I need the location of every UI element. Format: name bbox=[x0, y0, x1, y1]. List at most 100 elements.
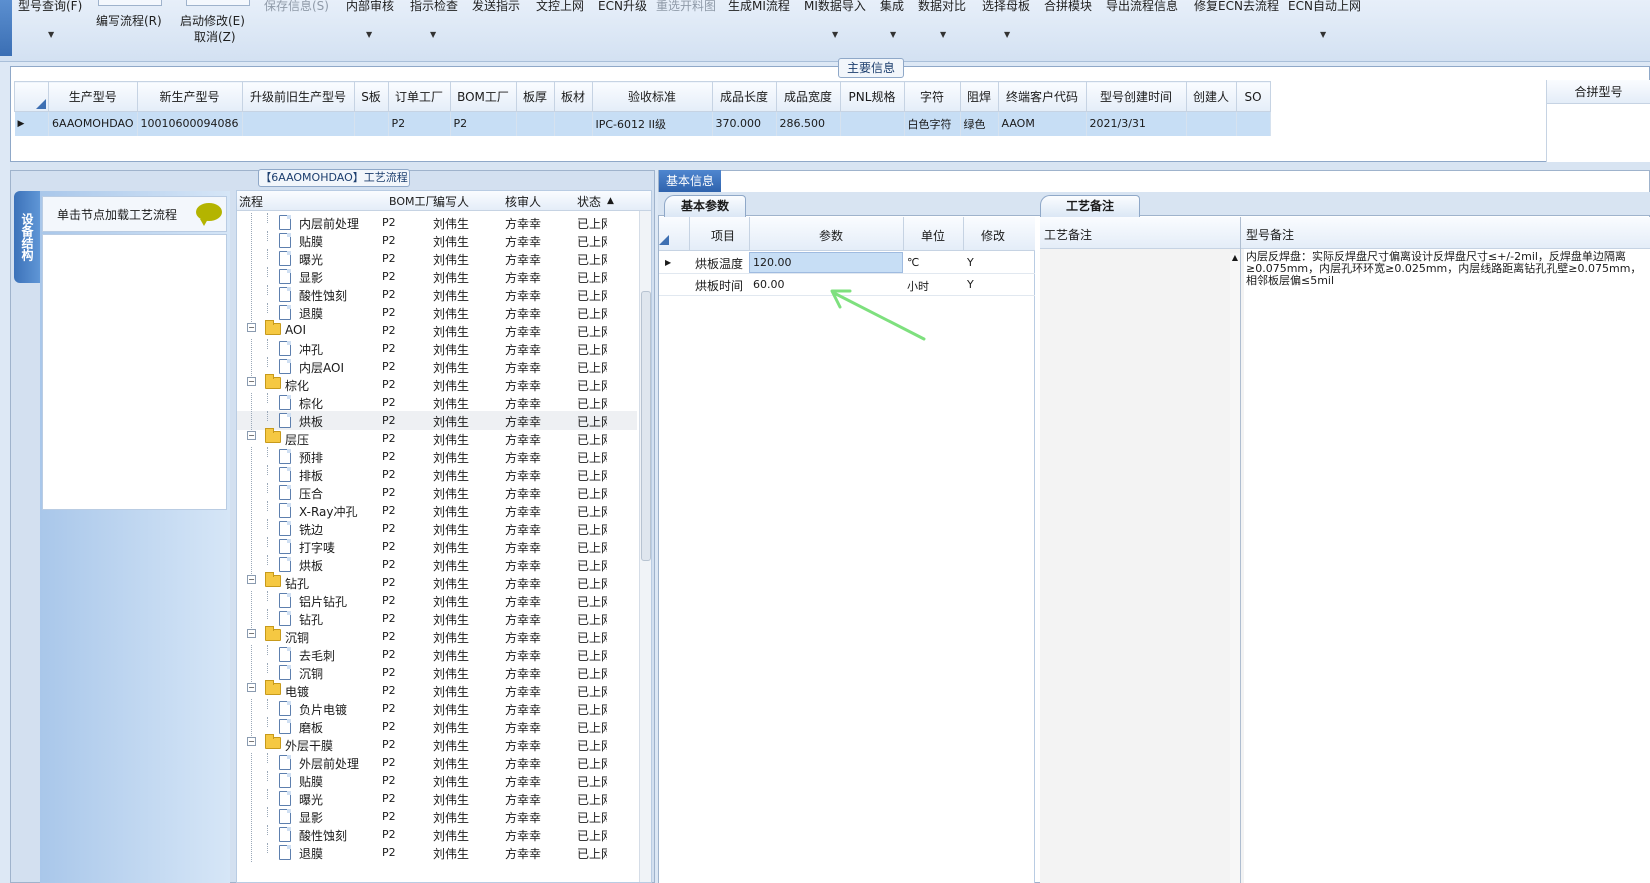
select-master-board-button[interactable]: 选择母板 bbox=[982, 0, 1030, 14]
scroll-up-icon[interactable]: ▲ bbox=[607, 196, 614, 206]
tree-step-row[interactable]: 冲孔 P2 刘伟生 方幸幸 已上网 bbox=[237, 339, 637, 358]
chevron-down-icon[interactable]: ▼ bbox=[1004, 30, 1010, 39]
equipment-structure-tab[interactable]: 设备结构 bbox=[14, 191, 40, 283]
tree-scrollbar-thumb[interactable] bbox=[641, 291, 651, 561]
tree-step-row[interactable]: 烘板 P2 刘伟生 方幸幸 已上网 bbox=[237, 411, 637, 430]
tree-step-row[interactable]: 贴膜 P2 刘伟生 方幸幸 已上网 bbox=[237, 231, 637, 250]
export-flow-info-button[interactable]: 导出流程信息 bbox=[1106, 0, 1178, 14]
tree-step-row[interactable]: X-Ray冲孔 P2 刘伟生 方幸幸 已上网 bbox=[237, 501, 637, 520]
write-flow-button[interactable]: 编写流程(R) bbox=[96, 12, 162, 29]
tree-step-row[interactable]: 退膜 P2 刘伟生 方幸幸 已上网 bbox=[237, 303, 637, 322]
tree-folder-row[interactable]: − AOI P2 刘伟生 方幸幸 已上网 bbox=[237, 320, 637, 340]
tab-basic-params[interactable]: 基本参数 bbox=[664, 195, 746, 217]
column-header[interactable]: 成品宽度 bbox=[775, 81, 841, 112]
scroll-up-icon[interactable]: ▲ bbox=[1232, 253, 1238, 262]
save-info-button[interactable]: 保存信息(S) bbox=[264, 0, 329, 14]
tree-step-row[interactable]: 显影 P2 刘伟生 方幸幸 已上网 bbox=[237, 267, 637, 286]
column-header[interactable]: 生产型号 bbox=[48, 81, 138, 112]
column-header[interactable]: 升级前旧生产型号 bbox=[241, 81, 355, 112]
chevron-down-icon[interactable]: ▼ bbox=[1320, 30, 1326, 39]
column-header[interactable]: 终端客户代码 bbox=[997, 81, 1087, 112]
column-header[interactable]: 订单工厂 bbox=[387, 81, 451, 112]
collapse-icon[interactable]: − bbox=[247, 629, 256, 638]
column-header[interactable]: 新生产型号 bbox=[136, 81, 243, 112]
horizontal-splitter[interactable] bbox=[10, 162, 1650, 170]
tree-step-row[interactable]: 曝光 P2 刘伟生 方幸幸 已上网 bbox=[237, 249, 637, 268]
tree-step-row[interactable]: 内层前处理 P2 刘伟生 方幸幸 已上网 bbox=[237, 213, 637, 232]
tab-basic-info[interactable]: 基本信息 bbox=[659, 170, 721, 192]
tree-step-row[interactable]: 预排 P2 刘伟生 方幸幸 已上网 bbox=[237, 447, 637, 466]
collapse-icon[interactable]: − bbox=[247, 377, 256, 386]
tree-step-row[interactable]: 铝片钻孔 P2 刘伟生 方幸幸 已上网 bbox=[237, 591, 637, 610]
column-header[interactable]: 核审人 bbox=[505, 193, 541, 210]
collapse-icon[interactable]: − bbox=[247, 323, 256, 332]
tab-process-remarks[interactable]: 工艺备注 bbox=[1040, 195, 1140, 217]
tree-folder-row[interactable]: − 棕化 P2 刘伟生 方幸幸 已上网 bbox=[237, 374, 637, 394]
doc-control-online-button[interactable]: 文控上网 bbox=[536, 0, 584, 14]
tree-step-row[interactable]: 铣边 P2 刘伟生 方幸幸 已上网 bbox=[237, 519, 637, 538]
tree-step-row[interactable]: 内层AOI P2 刘伟生 方幸幸 已上网 bbox=[237, 357, 637, 376]
tree-step-row[interactable]: 烘板 P2 刘伟生 方幸幸 已上网 bbox=[237, 555, 637, 574]
tree-step-row[interactable]: 负片电镀 P2 刘伟生 方幸幸 已上网 bbox=[237, 699, 637, 718]
chevron-down-icon[interactable]: ▼ bbox=[430, 30, 436, 39]
tree-step-row[interactable]: 沉铜 P2 刘伟生 方幸幸 已上网 bbox=[237, 663, 637, 682]
column-header[interactable]: 字符 bbox=[903, 81, 961, 112]
column-header[interactable]: S板 bbox=[353, 81, 389, 112]
merge-module-button[interactable]: 合拼模块 bbox=[1044, 0, 1092, 14]
param-value[interactable]: 60.00 bbox=[753, 278, 785, 291]
tree-folder-row[interactable]: − 钻孔 P2 刘伟生 方幸幸 已上网 bbox=[237, 572, 637, 592]
merge-model-header[interactable]: 合拼型号 bbox=[1547, 80, 1650, 104]
column-header[interactable]: BOM工厂 bbox=[389, 193, 437, 209]
column-header[interactable]: 项目 bbox=[711, 227, 735, 244]
mi-data-import-button[interactable]: MI数据导入 bbox=[804, 0, 866, 14]
tree-step-row[interactable]: 贴膜 P2 刘伟生 方幸幸 已上网 bbox=[237, 771, 637, 790]
model-remark-text[interactable]: 内层反焊盘：实际反焊盘尺寸偏离设计反焊盘尺寸≤+/-2mil，反焊盘单边隔离≥0… bbox=[1244, 249, 1650, 883]
column-header[interactable]: 单位 bbox=[921, 227, 945, 244]
chevron-down-icon[interactable]: ▼ bbox=[940, 30, 946, 39]
column-header[interactable]: 成品长度 bbox=[711, 81, 777, 112]
column-header[interactable]: 状态 bbox=[577, 193, 601, 210]
column-header[interactable]: 编写人 bbox=[433, 193, 469, 210]
remarks-scrollbar[interactable]: ▲ bbox=[1230, 253, 1240, 883]
tree-step-row[interactable]: 酸性蚀刻 P2 刘伟生 方幸幸 已上网 bbox=[237, 825, 637, 844]
tree-step-row[interactable]: 棕化 P2 刘伟生 方幸幸 已上网 bbox=[237, 393, 637, 412]
tree-step-row[interactable]: 排板 P2 刘伟生 方幸幸 已上网 bbox=[237, 465, 637, 484]
remarks-divider[interactable] bbox=[1240, 217, 1241, 883]
tree-folder-row[interactable]: − 电镀 P2 刘伟生 方幸幸 已上网 bbox=[237, 680, 637, 700]
chevron-down-icon[interactable]: ▼ bbox=[832, 30, 838, 39]
table-row[interactable]: ▶ 6AAOMOHDAO 10010600094086 P2 P2 IPC-60… bbox=[14, 111, 1271, 136]
tree-step-row[interactable]: 磨板 P2 刘伟生 方幸幸 已上网 bbox=[237, 717, 637, 736]
tree-step-row[interactable]: 去毛刺 P2 刘伟生 方幸幸 已上网 bbox=[237, 645, 637, 664]
chevron-down-icon[interactable]: ▼ bbox=[366, 30, 372, 39]
column-header[interactable]: 流程 bbox=[239, 193, 263, 210]
table-row[interactable]: ▶ 烘板温度 120.00 ℃ Y bbox=[659, 252, 1035, 274]
column-header[interactable]: 修改 bbox=[981, 227, 1005, 244]
column-header[interactable]: 阻焊 bbox=[959, 81, 999, 112]
internal-review-button[interactable]: 内部审核 bbox=[346, 0, 394, 14]
chevron-down-icon[interactable]: ▼ bbox=[890, 30, 896, 39]
column-header[interactable]: SO bbox=[1235, 81, 1271, 112]
reselect-cutting-button[interactable]: 重选开料图 bbox=[656, 0, 716, 14]
tree-step-row[interactable]: 退膜 P2 刘伟生 方幸幸 已上网 bbox=[237, 843, 637, 862]
tree-step-row[interactable]: 酸性蚀刻 P2 刘伟生 方幸幸 已上网 bbox=[237, 285, 637, 304]
collapse-icon[interactable]: − bbox=[247, 683, 256, 692]
tree-step-row[interactable]: 打字唛 P2 刘伟生 方幸幸 已上网 bbox=[237, 537, 637, 556]
repair-ecn-flow-button[interactable]: 修复ECN去流程 bbox=[1194, 0, 1279, 14]
ecn-upgrade-button[interactable]: ECN升级 bbox=[598, 0, 647, 14]
tree-folder-row[interactable]: − 沉铜 P2 刘伟生 方幸幸 已上网 bbox=[237, 626, 637, 646]
column-header[interactable]: 参数 bbox=[819, 227, 843, 244]
cancel-button[interactable]: 取消(Z) bbox=[194, 28, 236, 45]
tree-step-row[interactable]: 钻孔 P2 刘伟生 方幸幸 已上网 bbox=[237, 609, 637, 628]
collapse-icon[interactable]: − bbox=[247, 737, 256, 746]
tree-folder-row[interactable]: − 外层干膜 P2 刘伟生 方幸幸 已上网 bbox=[237, 734, 637, 754]
tree-folder-row[interactable]: − 层压 P2 刘伟生 方幸幸 已上网 bbox=[237, 428, 637, 448]
tree-step-row[interactable]: 显影 P2 刘伟生 方幸幸 已上网 bbox=[237, 807, 637, 826]
ecn-auto-online-button[interactable]: ECN自动上网 bbox=[1288, 0, 1361, 14]
column-header[interactable]: BOM工厂 bbox=[449, 81, 517, 112]
param-value[interactable]: 120.00 bbox=[753, 256, 792, 269]
generate-mi-flow-button[interactable]: 生成MI流程 bbox=[728, 0, 790, 14]
column-header[interactable]: 验收标准 bbox=[591, 81, 713, 112]
chevron-down-icon[interactable]: ▼ bbox=[48, 30, 54, 39]
instruction-check-button[interactable]: 指示检查 bbox=[410, 0, 458, 14]
start-modify-button[interactable]: 启动修改(E) bbox=[180, 12, 245, 29]
